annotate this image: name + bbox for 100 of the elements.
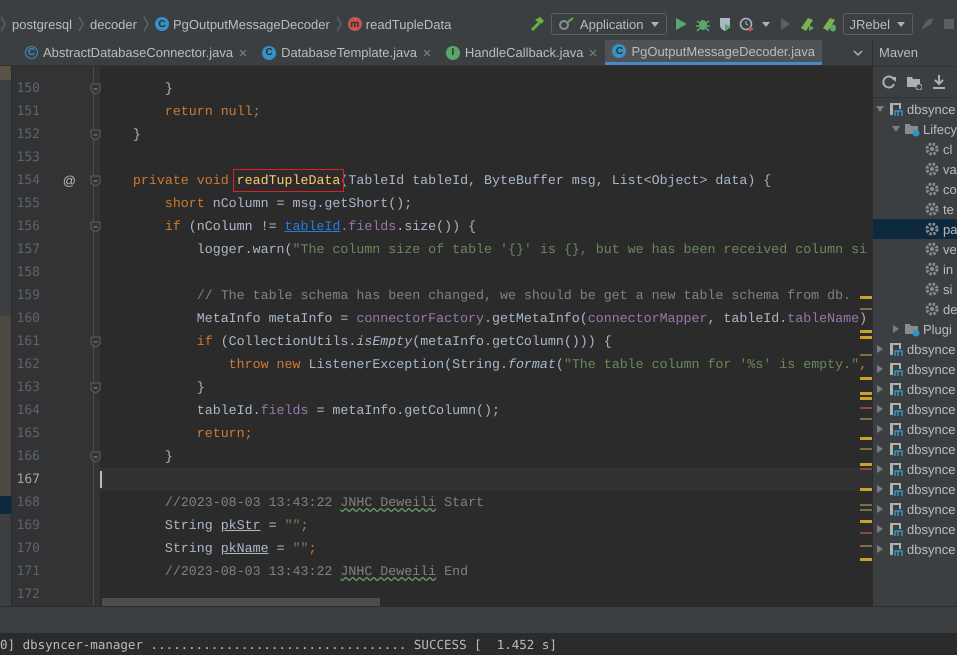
tree-item[interactable]: ve	[873, 239, 957, 259]
scroll-marker	[860, 354, 872, 356]
panel-title: Maven	[873, 40, 957, 67]
chevron-icon[interactable]	[0, 16, 6, 32]
code-line: return;	[196, 426, 253, 441]
fold-icon[interactable]	[90, 336, 101, 348]
breadcrumb-item[interactable]: m readTupleData	[348, 16, 452, 32]
breadcrumb-item[interactable]: decoder	[90, 16, 137, 32]
scroll-marker	[860, 377, 872, 380]
download-icon[interactable]	[931, 74, 947, 90]
fold-icon[interactable]	[90, 128, 101, 140]
tree-item[interactable]: dbsynce	[873, 519, 957, 539]
tree-item[interactable]: pa	[873, 219, 957, 239]
gear-icon[interactable]	[924, 301, 940, 317]
module-icon[interactable]	[888, 461, 904, 477]
folder-icon[interactable]	[904, 321, 920, 337]
refresh-icon[interactable]	[881, 74, 897, 90]
tree-item[interactable]: dbsynce	[873, 539, 957, 559]
fold-icon[interactable]	[90, 174, 101, 186]
code-line: throw new ListenerException(String.format("The table column for '%s' is empty.",	[228, 357, 868, 372]
gear-icon[interactable]	[924, 241, 940, 257]
module-icon[interactable]	[888, 521, 904, 537]
config-icon[interactable]	[558, 16, 574, 32]
tree-item[interactable]: va	[873, 159, 957, 179]
tree-item[interactable]: dbsynce	[873, 399, 957, 419]
tree-item[interactable]: te	[873, 199, 957, 219]
tree-item[interactable]: dbsynce	[873, 339, 957, 359]
tree-item[interactable]: dbsynce	[873, 459, 957, 479]
chevron-icon[interactable]	[142, 16, 149, 32]
annotation-mark: @	[62, 173, 76, 188]
tree-item[interactable]: dbsynce	[873, 499, 957, 519]
run-config-dropdown[interactable]: Application	[550, 13, 667, 35]
fold-icon[interactable]	[90, 82, 101, 94]
code-line: tableId.fields = metaInfo.getColumn();	[196, 403, 500, 418]
tree-item[interactable]: in	[873, 259, 957, 279]
scroll-marker	[860, 330, 872, 333]
editor-tab[interactable]: C DatabaseTemplate.java	[255, 40, 439, 65]
code-line: String pkName = "";	[164, 541, 316, 556]
code-line: //2023-08-03 13:43:22 JNHC Deweili Start	[164, 495, 484, 510]
close-icon[interactable]	[422, 48, 432, 58]
scroll-marker	[860, 336, 872, 339]
editor-tab[interactable]: C PgOutputMessageDecoder.java	[605, 40, 822, 65]
code-line: short nColumn = msg.getShort();	[164, 196, 412, 211]
chevron-icon[interactable]	[78, 16, 84, 32]
scroll-marker	[860, 448, 872, 450]
folder-icon[interactable]	[906, 74, 922, 90]
scroll-marker	[860, 520, 872, 523]
gear-icon[interactable]	[924, 281, 940, 297]
gear-icon[interactable]	[924, 221, 940, 237]
tree-item[interactable]: dbsynce	[873, 99, 957, 119]
console-output: 0] dbsyncer-manager .................................. SUCCESS [ 1.452 s]	[0, 636, 557, 652]
caret-icon[interactable]	[650, 20, 660, 28]
breadcrumb-item[interactable]: C PgOutputMessageDecoder	[154, 16, 330, 32]
tree-item[interactable]: co	[873, 179, 957, 199]
scroll-marker	[860, 545, 872, 547]
code-line: logger.warn("The column size of table '{}' is {}, but we has been received column si	[196, 242, 868, 257]
tree-item[interactable]: dbsynce	[873, 379, 957, 399]
close-icon[interactable]	[238, 48, 248, 58]
tree-item[interactable]: de	[873, 299, 957, 319]
tree-item[interactable]: dbsynce	[873, 359, 957, 379]
gear-icon[interactable]	[924, 181, 940, 197]
gear-icon[interactable]	[924, 161, 940, 177]
gear-icon[interactable]	[924, 201, 940, 217]
folder-icon[interactable]	[904, 121, 920, 137]
module-icon[interactable]	[888, 101, 904, 117]
tree-item[interactable]: cl	[873, 139, 957, 159]
scroll-marker	[860, 407, 872, 409]
fold-icon[interactable]	[90, 382, 101, 394]
scroll-marker	[860, 418, 872, 420]
module-icon[interactable]	[888, 401, 904, 417]
editor-tab[interactable]: C AbstractDatabaseConnector.java	[18, 40, 256, 65]
tree-item[interactable]: Lifecy	[873, 119, 957, 139]
gear-icon[interactable]	[924, 261, 940, 277]
module-icon[interactable]	[888, 361, 904, 377]
close-icon[interactable]	[588, 48, 598, 58]
tree-item[interactable]: si	[873, 279, 957, 299]
caret-icon[interactable]	[896, 20, 906, 28]
tree-item[interactable]: dbsynce	[873, 439, 957, 459]
module-icon[interactable]	[888, 541, 904, 557]
module-icon[interactable]	[888, 381, 904, 397]
editor-tab[interactable]: I HandleCallback.java	[438, 40, 606, 65]
clock-icon[interactable]	[738, 16, 755, 32]
module-icon[interactable]	[888, 441, 904, 457]
module-icon[interactable]	[888, 501, 904, 517]
module-icon[interactable]	[888, 481, 904, 497]
tree-item[interactable]: dbsynce	[873, 479, 957, 499]
module-icon[interactable]	[888, 421, 904, 437]
code-line: }	[164, 81, 173, 96]
fold-icon[interactable]	[90, 450, 101, 462]
caret-icon[interactable]	[760, 20, 771, 28]
chevron-down-icon[interactable]	[852, 48, 864, 58]
breadcrumb-item[interactable]: postgresql	[12, 16, 72, 32]
tree-item[interactable]: Plugi	[873, 319, 957, 339]
gear-icon[interactable]	[924, 141, 940, 157]
fold-icon[interactable]	[90, 220, 101, 232]
tree-item[interactable]: dbsynce	[873, 419, 957, 439]
module-icon[interactable]	[888, 341, 904, 357]
hammer-icon[interactable]	[528, 16, 545, 32]
plugin-dropdown[interactable]: JRebel	[842, 13, 913, 35]
chevron-icon[interactable]	[336, 16, 342, 32]
